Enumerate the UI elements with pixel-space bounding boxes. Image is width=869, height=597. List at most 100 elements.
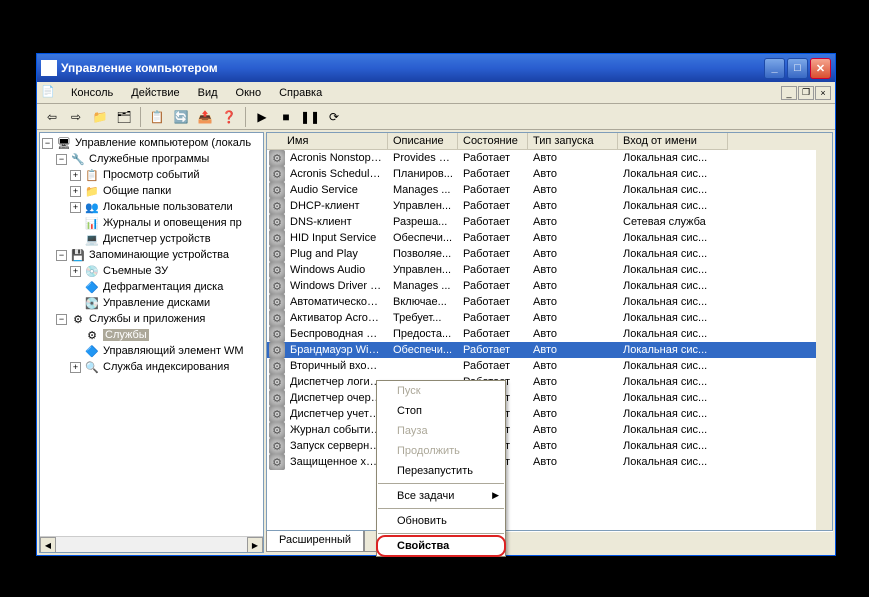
- list-vscrollbar[interactable]: [816, 150, 832, 530]
- ctx-pause[interactable]: Пауза: [377, 421, 505, 441]
- play-button[interactable]: ▶: [251, 106, 273, 128]
- mdi-minimize[interactable]: _: [781, 86, 797, 100]
- service-row[interactable]: HID Input ServiceОбеспечи...РаботаетАвто…: [267, 230, 832, 246]
- col-desc[interactable]: Описание: [388, 133, 458, 150]
- service-row[interactable]: Журнал событий ...РаботаетАвтоЛокальная …: [267, 422, 832, 438]
- ctx-start[interactable]: Пуск: [377, 381, 505, 401]
- service-row[interactable]: Автоматическое о...Включае...РаботаетАвт…: [267, 294, 832, 310]
- stop-button[interactable]: ■: [275, 106, 297, 128]
- service-row[interactable]: Беспроводная нас...Предоста...РаботаетАв…: [267, 326, 832, 342]
- cell-desc: Управлен...: [388, 264, 458, 276]
- ctx-alltasks[interactable]: Все задачи▶: [377, 486, 505, 506]
- col-logon[interactable]: Вход от имени: [618, 133, 728, 150]
- cell-state: Работает: [458, 344, 528, 356]
- cell-logon: Локальная сис...: [618, 184, 728, 196]
- tree-item[interactable]: 🔷Дефрагментация диска: [42, 279, 261, 295]
- ctx-stop[interactable]: Стоп: [377, 401, 505, 421]
- ctx-properties[interactable]: Свойства: [377, 536, 505, 556]
- restart-button[interactable]: ⟳: [323, 106, 345, 128]
- refresh-button[interactable]: 🔄: [170, 106, 192, 128]
- menu-view[interactable]: Вид: [190, 84, 226, 102]
- tree-item[interactable]: +📁Общие папки: [42, 183, 261, 199]
- tree-item[interactable]: −🖥Управление компьютером (локаль: [42, 135, 261, 151]
- tree-toggle-icon[interactable]: +: [70, 266, 81, 277]
- service-row[interactable]: DNS-клиентРазреша...РаботаетАвтоСетевая …: [267, 214, 832, 230]
- menu-console[interactable]: Консоль: [63, 84, 121, 102]
- tree-node-icon: 🔧: [70, 151, 86, 167]
- tree-toggle-icon[interactable]: +: [70, 362, 81, 373]
- menu-help[interactable]: Справка: [271, 84, 330, 102]
- titlebar[interactable]: 🖥 Управление компьютером _ □ ✕: [37, 54, 835, 82]
- help-button[interactable]: ❓: [218, 106, 240, 128]
- tree-item[interactable]: ⚙Службы: [42, 327, 261, 343]
- col-state[interactable]: Состояние: [458, 133, 528, 150]
- service-row[interactable]: Диспетчер очере...РаботаетАвтоЛокальная …: [267, 390, 832, 406]
- service-row[interactable]: Вторичный вход ...РаботаетАвтоЛокальная …: [267, 358, 832, 374]
- tree-toggle-icon[interactable]: −: [56, 314, 67, 325]
- back-button[interactable]: ⇦: [41, 106, 63, 128]
- service-row[interactable]: Защищенное хра...РаботаетАвтоЛокальная с…: [267, 454, 832, 470]
- service-row[interactable]: Plug and PlayПозволяе...РаботаетАвтоЛока…: [267, 246, 832, 262]
- tree-item[interactable]: −⚙Службы и приложения: [42, 311, 261, 327]
- service-row[interactable]: Acronis Nonstop Ba...Provides n...Работа…: [267, 150, 832, 166]
- cell-logon: Локальная сис...: [618, 312, 728, 324]
- service-row[interactable]: Windows AudioУправлен...РаботаетАвтоЛока…: [267, 262, 832, 278]
- tab-extended[interactable]: Расширенный: [266, 531, 364, 552]
- col-name[interactable]: Имя: [267, 133, 388, 150]
- props-button[interactable]: 📋: [146, 106, 168, 128]
- up-button[interactable]: 📁: [89, 106, 111, 128]
- tree-toggle-icon[interactable]: −: [56, 154, 67, 165]
- tree-toggle-icon[interactable]: +: [70, 202, 81, 213]
- menu-action[interactable]: Действие: [123, 84, 187, 102]
- tree-item[interactable]: −🔧Служебные программы: [42, 151, 261, 167]
- export-button[interactable]: 📤: [194, 106, 216, 128]
- service-row[interactable]: Acronis Scheduler2 ...Планиров...Работае…: [267, 166, 832, 182]
- close-button[interactable]: ✕: [810, 58, 831, 79]
- tree-item[interactable]: −💾Запоминающие устройства: [42, 247, 261, 263]
- service-row[interactable]: Активатор Acronis...Требует...РаботаетАв…: [267, 310, 832, 326]
- ctx-resume[interactable]: Продолжить: [377, 441, 505, 461]
- tree-item[interactable]: +🔍Служба индексирования: [42, 359, 261, 375]
- service-row[interactable]: Windows Driver Fo...Manages ...РаботаетА…: [267, 278, 832, 294]
- col-start[interactable]: Тип запуска: [528, 133, 618, 150]
- tree-toggle-icon[interactable]: −: [56, 250, 67, 261]
- ctx-refresh[interactable]: Обновить: [377, 511, 505, 531]
- cell-start: Авто: [528, 440, 618, 452]
- tree-hscrollbar[interactable]: ◀ ▶: [40, 536, 263, 552]
- mdi-close[interactable]: ×: [815, 86, 831, 100]
- service-icon: [269, 166, 285, 182]
- cell-name: Acronis Scheduler2 ...: [285, 168, 388, 180]
- tree-item[interactable]: 🔷Управляющий элемент WM: [42, 343, 261, 359]
- tree-item[interactable]: 📊Журналы и оповещения пр: [42, 215, 261, 231]
- tree-item[interactable]: 💻Диспетчер устройств: [42, 231, 261, 247]
- service-row[interactable]: Диспетчер учетн...РаботаетАвтоЛокальная …: [267, 406, 832, 422]
- scroll-left-icon[interactable]: ◀: [40, 537, 56, 553]
- tree-toggle-icon[interactable]: +: [70, 170, 81, 181]
- tree-item[interactable]: +👥Локальные пользователи: [42, 199, 261, 215]
- service-row[interactable]: DHCP-клиентУправлен...РаботаетАвтоЛокаль…: [267, 198, 832, 214]
- service-row[interactable]: Брандмауэр Windo...Обеспечи...РаботаетАв…: [267, 342, 832, 358]
- tree-toggle-icon[interactable]: +: [70, 186, 81, 197]
- scroll-track[interactable]: [56, 537, 247, 552]
- service-icon: [269, 262, 285, 278]
- pause-button[interactable]: ❚❚: [299, 106, 321, 128]
- tree-toggle-icon[interactable]: −: [42, 138, 53, 149]
- tree-item[interactable]: +📋Просмотр событий: [42, 167, 261, 183]
- tree-item[interactable]: 💽Управление дисками: [42, 295, 261, 311]
- cell-state: Работает: [458, 280, 528, 292]
- maximize-button[interactable]: □: [787, 58, 808, 79]
- ctx-restart[interactable]: Перезапустить: [377, 461, 505, 481]
- cell-start: Авто: [528, 408, 618, 420]
- tree-toggle-button[interactable]: 🗂: [113, 106, 135, 128]
- menu-window[interactable]: Окно: [228, 84, 270, 102]
- service-row[interactable]: Audio ServiceManages ...РаботаетАвтоЛока…: [267, 182, 832, 198]
- tree-item[interactable]: +💿Съемные ЗУ: [42, 263, 261, 279]
- service-icon: [269, 230, 285, 246]
- tree-node-icon: 📁: [84, 183, 100, 199]
- service-row[interactable]: Запуск серверны...РаботаетАвтоЛокальная …: [267, 438, 832, 454]
- forward-button[interactable]: ⇨: [65, 106, 87, 128]
- scroll-right-icon[interactable]: ▶: [247, 537, 263, 553]
- service-row[interactable]: Диспетчер логич...РаботаетАвтоЛокальная …: [267, 374, 832, 390]
- mdi-restore[interactable]: ❐: [798, 86, 814, 100]
- minimize-button[interactable]: _: [764, 58, 785, 79]
